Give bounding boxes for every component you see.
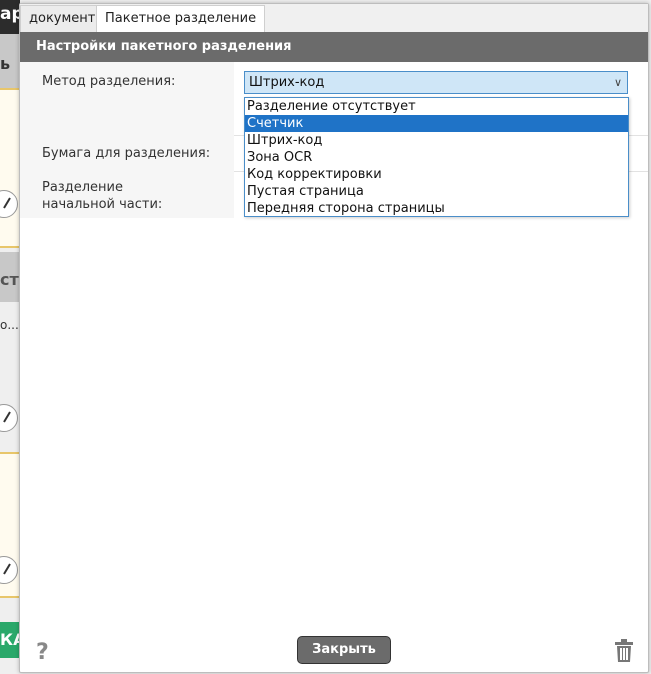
tab-document[interactable]: документ [20,5,105,32]
option-ocr-zone[interactable]: Зона OCR [245,149,628,166]
chevron-down-icon[interactable]: ∨ [614,72,622,93]
option-counter[interactable]: Счетчик [245,115,628,132]
close-button[interactable]: Закрыть [297,636,391,664]
background-header-text: ст [0,270,19,289]
option-patch-code[interactable]: Код корректировки [245,166,628,183]
background-card [0,88,20,248]
split-method-value: Штрих-код [249,75,325,90]
help-icon[interactable]: ? [36,640,49,665]
background-header-text: ь [0,54,11,73]
trash-icon[interactable] [614,639,634,667]
option-barcode[interactable]: Штрих-код [245,132,628,149]
option-front-page[interactable]: Передняя сторона страницы [245,200,628,217]
section-title: Настройки пакетного разделения [20,32,648,62]
batch-split-dialog: документ Пакетное разделение Настройки п… [19,3,649,673]
split-paper-label: Бумага для разделения: [42,146,211,161]
split-method-select[interactable]: Штрих-код ∨ [244,71,628,94]
tab-batch-split[interactable]: Пакетное разделение [96,5,266,33]
background-truncated-text: о... [0,318,19,332]
start-split-label: Разделение начальной части: [42,180,163,212]
tab-bar: документ Пакетное разделение [20,4,648,33]
split-method-dropdown: Разделение отсутствует Счетчик Штрих-код… [244,97,629,217]
split-method-label: Метод разделения: [42,74,176,89]
option-no-split[interactable]: Разделение отсутствует [245,98,628,115]
option-blank-page[interactable]: Пустая страница [245,183,628,200]
edit-pencil-icon[interactable] [0,404,18,432]
